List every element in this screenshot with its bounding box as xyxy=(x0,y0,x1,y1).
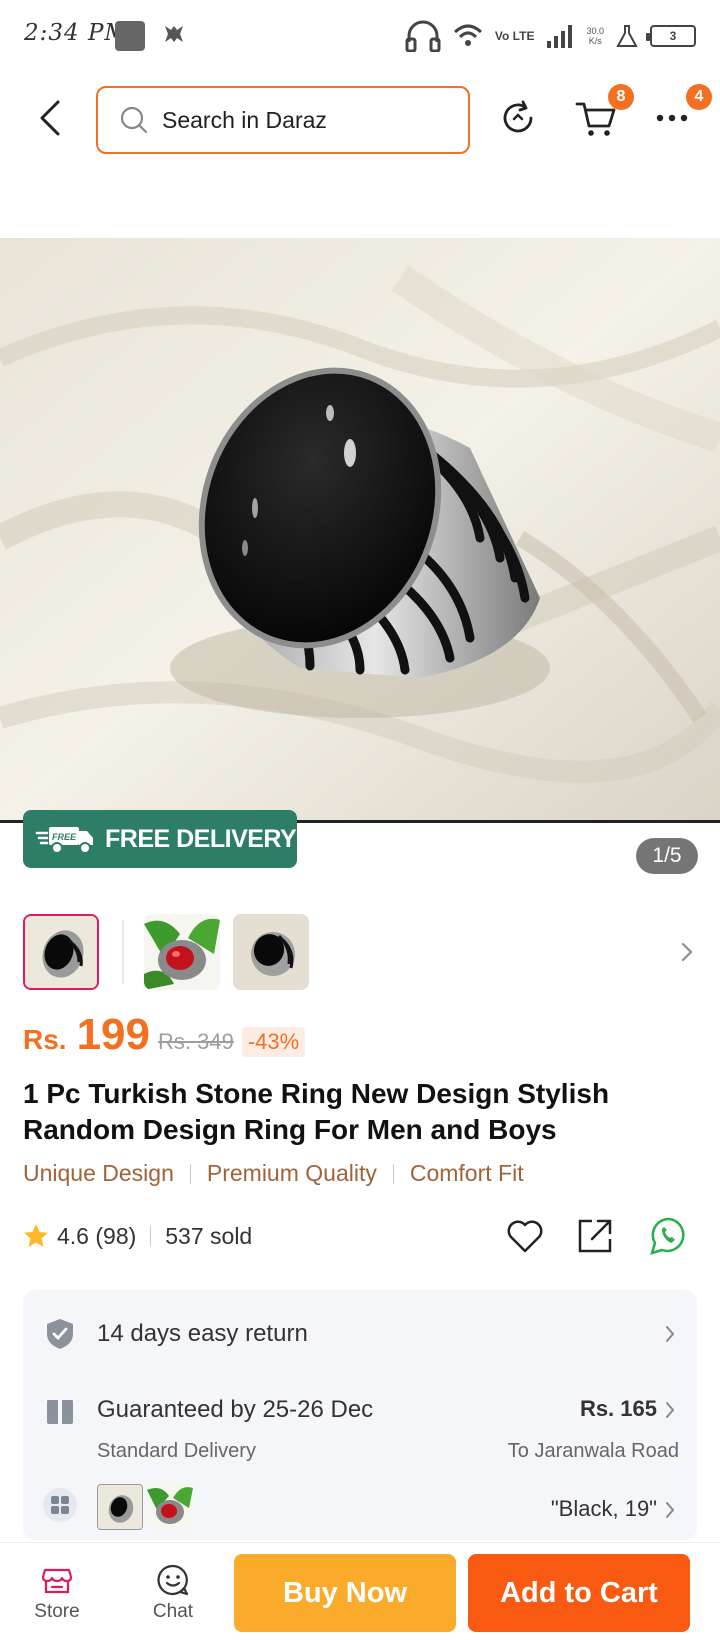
header: 8 4 xyxy=(0,82,720,154)
status-bar: 2:34 PM Vo LTE 30.0 K/s 3 xyxy=(0,0,720,72)
product-image[interactable] xyxy=(0,238,720,822)
flask-icon xyxy=(616,25,638,47)
search-box[interactable] xyxy=(96,86,470,154)
delivery-location: To Jaranwala Road xyxy=(507,1440,679,1462)
feature-premium-quality: Premium Quality xyxy=(206,1160,377,1186)
status-time: 2:34 PM xyxy=(24,20,129,46)
discount-badge: -43% xyxy=(241,1027,306,1057)
delivery-truck-icon: FREE xyxy=(35,827,93,854)
image-page-counter: 1/5 xyxy=(636,838,698,874)
free-delivery-label: FREE DELIVERY xyxy=(105,824,297,853)
share-icon xyxy=(578,1219,612,1253)
selected-variant: "Black, 19" xyxy=(550,1496,657,1521)
status-icons: Vo LTE 30.0 K/s 3 xyxy=(405,18,696,54)
product-title: 1 Pc Turkish Stone Ring New Design Styli… xyxy=(23,1078,610,1145)
return-policy-row[interactable]: 14 days easy return xyxy=(23,1290,697,1380)
bottom-action-bar: Store Chat Buy Now Add to Cart xyxy=(0,1542,720,1640)
rating-value[interactable]: 4.6 (98) xyxy=(57,1223,136,1250)
delivery-price: Rs. 165 xyxy=(579,1396,657,1421)
chevron-right-icon xyxy=(661,1498,679,1522)
feature-comfort-fit: Comfort Fit xyxy=(409,1160,524,1186)
rating-separator xyxy=(150,1226,152,1246)
free-delivery-badge: FREE FREE DELIVERY xyxy=(23,810,297,868)
search-icon xyxy=(120,106,148,134)
chat-icon xyxy=(156,1563,190,1597)
store-label: Store xyxy=(34,1601,80,1622)
notification-bird-icon xyxy=(165,26,183,42)
chat-label: Chat xyxy=(152,1601,194,1622)
thumbnail-separator xyxy=(122,920,124,984)
share-button[interactable] xyxy=(575,1216,615,1256)
store-button[interactable]: Store xyxy=(22,1563,92,1623)
network-type: Vo LTE xyxy=(494,28,535,43)
variant-row[interactable]: "Black, 19" xyxy=(23,1484,697,1540)
cart-button[interactable]: 8 xyxy=(574,84,634,140)
sold-count: 537 sold xyxy=(165,1222,253,1249)
delivery-row[interactable]: Guaranteed by 25-26 Dec Standard Deliver… xyxy=(23,1380,697,1480)
wifi-icon xyxy=(453,24,482,46)
price-original: Rs. 349 xyxy=(158,1029,234,1054)
chevron-right-icon xyxy=(682,943,693,961)
thumbnails-next-button[interactable] xyxy=(675,934,699,970)
battery-icon: 3 xyxy=(646,25,696,47)
chevron-right-icon xyxy=(661,1322,679,1346)
price-row: Rs. 199 Rs. 349 -43% xyxy=(23,1010,306,1066)
service-card: 14 days easy return Guaranteed by 25-26 … xyxy=(23,1290,697,1540)
history-button[interactable] xyxy=(496,96,540,140)
headphones-icon xyxy=(405,20,441,52)
signal-icon xyxy=(547,25,573,48)
ring-photo xyxy=(0,238,720,822)
feature-separator xyxy=(392,1163,394,1184)
feature-unique-design: Unique Design xyxy=(23,1160,174,1186)
thumbnail-3[interactable] xyxy=(233,914,309,990)
add-to-cart-button[interactable]: Add to Cart xyxy=(468,1554,690,1632)
chat-button[interactable]: Chat xyxy=(138,1563,208,1623)
thumbnail-2[interactable] xyxy=(144,914,220,990)
chevron-right-icon xyxy=(661,1398,679,1422)
price-currency: Rs. xyxy=(23,1024,67,1055)
back-button[interactable] xyxy=(30,98,70,138)
free-badge-text: FREE xyxy=(52,832,77,842)
package-icon xyxy=(43,1394,77,1428)
network-speed: 30.0 K/s xyxy=(586,26,604,46)
delivery-guarantee-text: Guaranteed by 25-26 Dec xyxy=(97,1396,374,1423)
more-count-badge: 4 xyxy=(686,84,712,110)
price-current: 199 xyxy=(76,1010,150,1059)
whatsapp-share-button[interactable] xyxy=(649,1216,689,1256)
history-icon xyxy=(503,100,533,133)
feature-separator xyxy=(189,1163,191,1184)
variant-thumb-black[interactable] xyxy=(97,1484,143,1530)
heart-icon xyxy=(507,1220,543,1253)
product-features: Unique Design Premium Quality Comfort Fi… xyxy=(23,1160,524,1187)
thumbnail-1[interactable] xyxy=(23,914,99,990)
variant-thumb-red[interactable] xyxy=(147,1484,193,1530)
whatsapp-icon xyxy=(650,1217,685,1255)
thumbnail-strip xyxy=(23,914,703,990)
store-icon xyxy=(40,1563,74,1597)
wishlist-button[interactable] xyxy=(505,1216,545,1256)
buy-now-button[interactable]: Buy Now xyxy=(234,1554,456,1632)
more-button[interactable]: 4 xyxy=(650,84,712,140)
rating-row: 4.6 (98) 537 sold xyxy=(23,1216,700,1256)
more-dots-icon xyxy=(656,114,688,122)
chevron-left-icon xyxy=(40,100,60,136)
notification-app-icon xyxy=(115,21,145,51)
delivery-type: Standard Delivery xyxy=(97,1440,256,1462)
star-icon xyxy=(24,1224,48,1247)
return-policy-text: 14 days easy return xyxy=(97,1320,308,1347)
search-input[interactable] xyxy=(162,106,422,134)
cart-count-badge: 8 xyxy=(608,84,634,110)
variants-grid-icon xyxy=(43,1488,77,1522)
shield-check-icon xyxy=(43,1317,77,1351)
